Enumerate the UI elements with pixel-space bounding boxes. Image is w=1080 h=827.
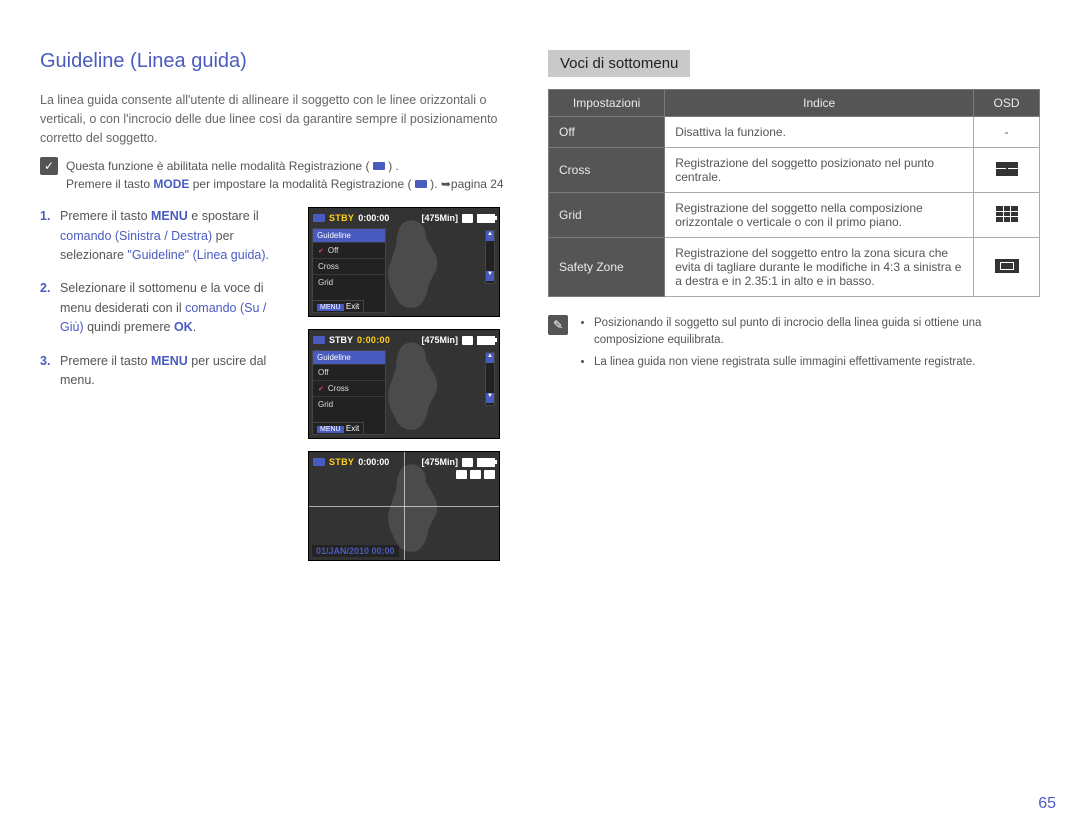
exit-label: Exit (346, 302, 359, 311)
step2-ok: OK (174, 320, 193, 334)
menu-exit: MENU Exit (312, 300, 364, 313)
menu-title: Guideline (317, 231, 351, 240)
mode-keyword: MODE (153, 177, 189, 191)
precheck-line3a: Premere il tasto (66, 177, 153, 191)
th-settings: Impostazioni (549, 90, 665, 117)
aux-icon (470, 470, 481, 479)
silhouette-bg (364, 457, 459, 555)
note-box: ✎ Posizionando il soggetto sul punto di … (548, 315, 1040, 375)
scroll-up-icon: ▲ (486, 353, 494, 363)
grid-osd-icon (996, 206, 1018, 222)
lcd-screen-1: STBY 0:00:00 [475Min] Guideline ✔ Off Cro… (308, 207, 500, 317)
datetime-label: 01/JAN/2010 00:00 (312, 545, 399, 557)
sd-card-icon (462, 336, 473, 345)
camera-icon (415, 180, 427, 188)
camera-icon (313, 336, 325, 344)
remaining-minutes: [475Min] (421, 457, 458, 467)
step1-menu: MENU (151, 209, 188, 223)
menu-cross: Cross (328, 384, 349, 393)
exit-label: Exit (346, 424, 359, 433)
step3-menu: MENU (151, 354, 188, 368)
precheck-line1: Questa funzione è abilitata nelle modali… (66, 159, 370, 173)
row-cross-desc: Registrazione del soggetto posizionato n… (665, 148, 974, 193)
intro-text: La linea guida consente all'utente di al… (40, 91, 520, 147)
scroll-up-icon: ▲ (486, 231, 494, 241)
scroll-track: ▲ ▼ (485, 352, 495, 406)
step1-a: Premere il tasto (60, 209, 151, 223)
step2-c: . (193, 320, 196, 334)
row-grid-osd (974, 193, 1040, 238)
row-safe-osd (974, 238, 1040, 297)
step1-q: "Guideline" (Linea guida) (127, 248, 265, 262)
precheck-line3c: per impostare la modalità Registrazione … (193, 177, 415, 191)
row-cross-osd (974, 148, 1040, 193)
camera-icon (373, 162, 385, 170)
aux-icon (456, 470, 467, 479)
step2-b: quindi premere (84, 320, 174, 334)
menu-title: Guideline (317, 353, 351, 362)
section-heading: Guideline (Linea guida) (40, 50, 520, 73)
menu-btn-label: MENU (317, 304, 344, 311)
menu-off: Off (318, 368, 329, 377)
precheck-block: ✓ Questa funzione è abilitata nelle moda… (40, 157, 520, 193)
step1-d: . (266, 248, 269, 262)
row-off-desc: Disattiva la funzione. (665, 117, 974, 148)
row-grid-desc: Registrazione del soggetto nella composi… (665, 193, 974, 238)
scroll-track: ▲ ▼ (485, 230, 495, 284)
steps-list: 1. Premere il tasto MENU e spostare il c… (40, 207, 290, 561)
step3-a: Premere il tasto (60, 354, 151, 368)
remaining-minutes: [475Min] (421, 213, 458, 223)
camera-icon (313, 458, 325, 466)
remaining-minutes: [475Min] (421, 335, 458, 345)
step1-b: e spostare il (188, 209, 259, 223)
submenu-table: Impostazioni Indice OSD Off Disattiva la… (548, 89, 1040, 297)
time-label: 0:00:00 (358, 213, 389, 223)
lcd-screen-3: STBY 0:00:00 [475Min] (308, 451, 500, 561)
sd-card-icon (462, 458, 473, 467)
stby-label: STBY (329, 213, 354, 223)
sd-card-icon (462, 214, 473, 223)
stby-label: STBY (329, 457, 354, 467)
scroll-down-icon: ▼ (486, 393, 494, 403)
battery-icon (477, 336, 495, 345)
icon-row (456, 470, 495, 479)
stby-label: STBY (329, 335, 353, 345)
menu-off: Off (328, 246, 339, 255)
note-line-2: La linea guida non viene registrata sull… (594, 354, 1040, 371)
camera-icon (313, 214, 325, 222)
note-line-1: Posizionando il soggetto sul punto di in… (594, 315, 1040, 350)
check-mark-icon: ✔ (318, 385, 324, 393)
scroll-down-icon: ▼ (486, 271, 494, 281)
submenu-heading: Voci di sottomenu (548, 50, 690, 77)
row-off-osd: - (974, 117, 1040, 148)
row-off-name: Off (549, 117, 665, 148)
menu-grid: Grid (318, 278, 333, 287)
safezone-osd-icon (995, 259, 1019, 273)
note-icon: ✎ (548, 315, 568, 335)
row-grid-name: Grid (549, 193, 665, 238)
row-safe-name: Safety Zone (549, 238, 665, 297)
step1-cmd: comando (Sinistra / Destra) (60, 229, 212, 243)
precheck-line2: ) . (388, 159, 399, 173)
menu-btn-label: MENU (317, 426, 344, 433)
check-icon: ✓ (40, 157, 58, 175)
lcd-screen-2: STBY 0:00:00 [475Min] Guideline Off ✔ Cro… (308, 329, 500, 439)
page-number: 65 (1038, 795, 1056, 813)
battery-icon (477, 458, 495, 467)
cross-osd-icon (996, 162, 1018, 176)
row-cross-name: Cross (549, 148, 665, 193)
precheck-line3d: ). ➥pagina 24 (430, 177, 503, 191)
time-label: 0:00:00 (358, 457, 389, 467)
aux-icon (484, 470, 495, 479)
th-osd: OSD (974, 90, 1040, 117)
th-index: Indice (665, 90, 974, 117)
row-safe-desc: Registrazione del soggetto entro la zona… (665, 238, 974, 297)
check-mark-icon: ✔ (318, 247, 324, 255)
battery-icon (477, 214, 495, 223)
menu-grid: Grid (318, 400, 333, 409)
menu-exit: MENU Exit (312, 422, 364, 435)
menu-cross: Cross (318, 262, 339, 271)
time-label: 0:00:00 (357, 335, 390, 345)
